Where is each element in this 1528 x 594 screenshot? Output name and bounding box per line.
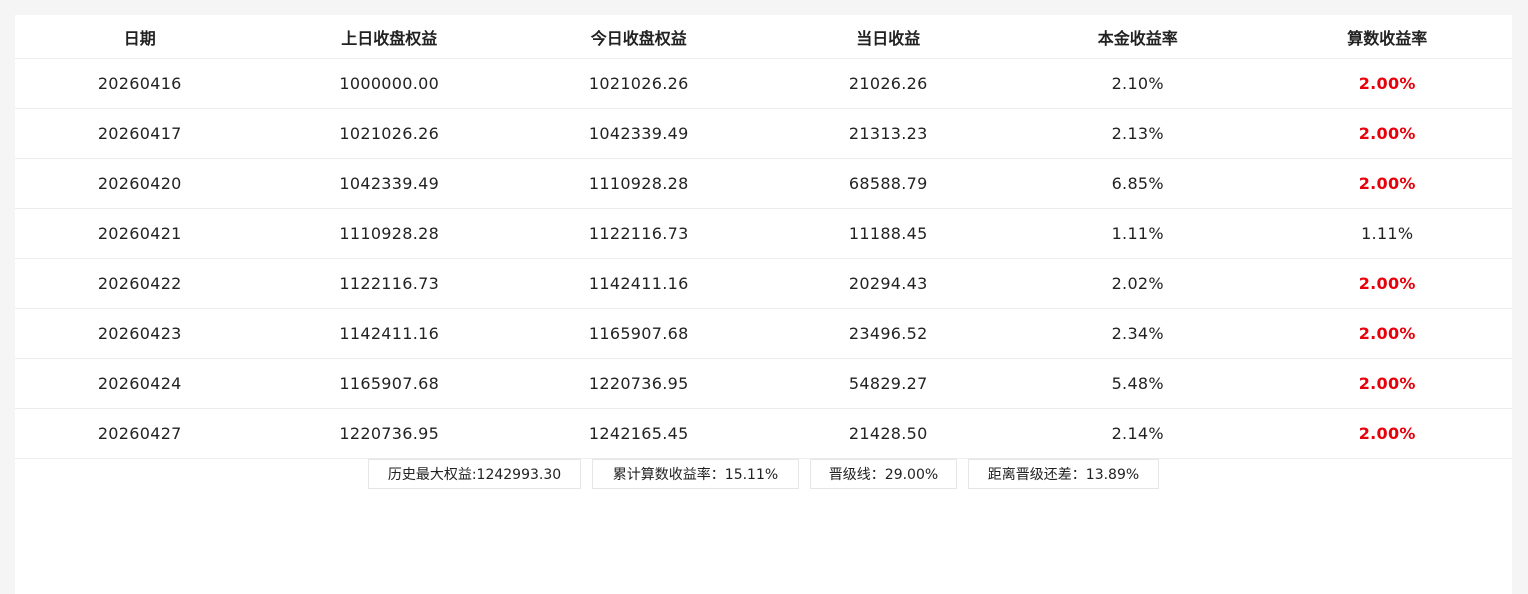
- cell-daily-profit: 68588.79: [763, 158, 1013, 209]
- cell-prev-equity: 1021026.26: [264, 108, 514, 159]
- cell-prev-equity: 1110928.28: [264, 208, 514, 259]
- cell-principal-rate: 5.48%: [1013, 358, 1263, 409]
- cell-prev-equity: 1220736.95: [264, 408, 514, 459]
- table-header-row: 日期 上日收盘权益 今日收盘权益 当日收益 本金收益率 算数收益率: [15, 15, 1512, 59]
- cell-principal-rate: 6.85%: [1013, 158, 1263, 209]
- header-arith-rate: 算数收益率: [1262, 15, 1512, 59]
- cumulative-rate-badge: 累计算数收益率：15.11%: [592, 459, 799, 489]
- cell-date: 20260422: [15, 258, 265, 309]
- header-date: 日期: [15, 15, 265, 59]
- cell-date: 20260416: [15, 58, 265, 109]
- cell-prev-equity: 1165907.68: [264, 358, 514, 409]
- cell-principal-rate: 2.14%: [1013, 408, 1263, 459]
- header-principal-rate: 本金收益率: [1013, 15, 1263, 59]
- cell-prev-equity: 1000000.00: [264, 58, 514, 109]
- cell-principal-rate: 2.13%: [1013, 108, 1263, 159]
- table-row: 20260421 1110928.28 1122116.73 11188.45 1.11…: [15, 208, 1512, 259]
- cell-date: 20260421: [15, 208, 265, 259]
- cell-date: 20260420: [15, 158, 265, 209]
- cell-arith-rate: 2.00%: [1262, 108, 1512, 159]
- cell-date: 20260427: [15, 408, 265, 459]
- header-today-equity: 今日收盘权益: [514, 15, 764, 59]
- table-body: 20260416 1000000.00 1021026.26 21026.26 2.10…: [15, 58, 1512, 459]
- table-row: 20260420 1042339.49 1110928.28 68588.79 6.85…: [15, 158, 1512, 209]
- cell-daily-profit: 20294.43: [763, 258, 1013, 309]
- cell-principal-rate: 2.10%: [1013, 58, 1263, 109]
- table-row: 20260427 1220736.95 1242165.45 21428.50 2.14…: [15, 408, 1512, 459]
- cell-date: 20260424: [15, 358, 265, 409]
- table-row: 20260422 1122116.73 1142411.16 20294.43 2.02…: [15, 258, 1512, 309]
- upgrade-line-badge: 晋级线：29.00%: [810, 459, 957, 489]
- cell-daily-profit: 23496.52: [763, 308, 1013, 359]
- cell-prev-equity: 1142411.16: [264, 308, 514, 359]
- cell-today-equity: 1122116.73: [514, 208, 764, 259]
- header-prev-equity: 上日收盘权益: [264, 15, 514, 59]
- cell-today-equity: 1110928.28: [514, 158, 764, 209]
- cell-today-equity: 1042339.49: [514, 108, 764, 159]
- cell-arith-rate: 2.00%: [1262, 308, 1512, 359]
- table-row: 20260417 1021026.26 1042339.49 21313.23 2.13…: [15, 108, 1512, 159]
- cell-daily-profit: 11188.45: [763, 208, 1013, 259]
- cell-daily-profit: 21313.23: [763, 108, 1013, 159]
- cell-today-equity: 1165907.68: [514, 308, 764, 359]
- cell-principal-rate: 2.02%: [1013, 258, 1263, 309]
- summary-bar: 历史最大权益:1242993.30 累计算数收益率：15.11% 晋级线：29.…: [15, 459, 1512, 489]
- cell-arith-rate: 2.00%: [1262, 58, 1512, 109]
- cell-prev-equity: 1122116.73: [264, 258, 514, 309]
- cell-daily-profit: 54829.27: [763, 358, 1013, 409]
- equity-table: 日期 上日收盘权益 今日收盘权益 当日收益 本金收益率 算数收益率 202604…: [15, 15, 1512, 459]
- header-daily-profit: 当日收益: [763, 15, 1013, 59]
- cell-today-equity: 1021026.26: [514, 58, 764, 109]
- cell-arith-rate: 2.00%: [1262, 258, 1512, 309]
- cell-arith-rate: 2.00%: [1262, 408, 1512, 459]
- cell-principal-rate: 1.11%: [1013, 208, 1263, 259]
- cell-date: 20260423: [15, 308, 265, 359]
- cell-today-equity: 1142411.16: [514, 258, 764, 309]
- upgrade-gap-badge: 距离晋级还差：13.89%: [968, 459, 1159, 489]
- equity-panel: 日期 上日收盘权益 今日收盘权益 当日收益 本金收益率 算数收益率 202604…: [15, 15, 1512, 594]
- table-row: 20260424 1165907.68 1220736.95 54829.27 5.48…: [15, 358, 1512, 409]
- cell-daily-profit: 21026.26: [763, 58, 1013, 109]
- cell-prev-equity: 1042339.49: [264, 158, 514, 209]
- cell-daily-profit: 21428.50: [763, 408, 1013, 459]
- cell-arith-rate: 2.00%: [1262, 358, 1512, 409]
- table-row: 20260416 1000000.00 1021026.26 21026.26 2.10…: [15, 58, 1512, 109]
- cell-principal-rate: 2.34%: [1013, 308, 1263, 359]
- cell-arith-rate: 2.00%: [1262, 158, 1512, 209]
- cell-today-equity: 1220736.95: [514, 358, 764, 409]
- cell-arith-rate: 1.11%: [1262, 208, 1512, 259]
- table-row: 20260423 1142411.16 1165907.68 23496.52 2.34…: [15, 308, 1512, 359]
- cell-date: 20260417: [15, 108, 265, 159]
- cell-today-equity: 1242165.45: [514, 408, 764, 459]
- max-equity-badge: 历史最大权益:1242993.30: [368, 459, 581, 489]
